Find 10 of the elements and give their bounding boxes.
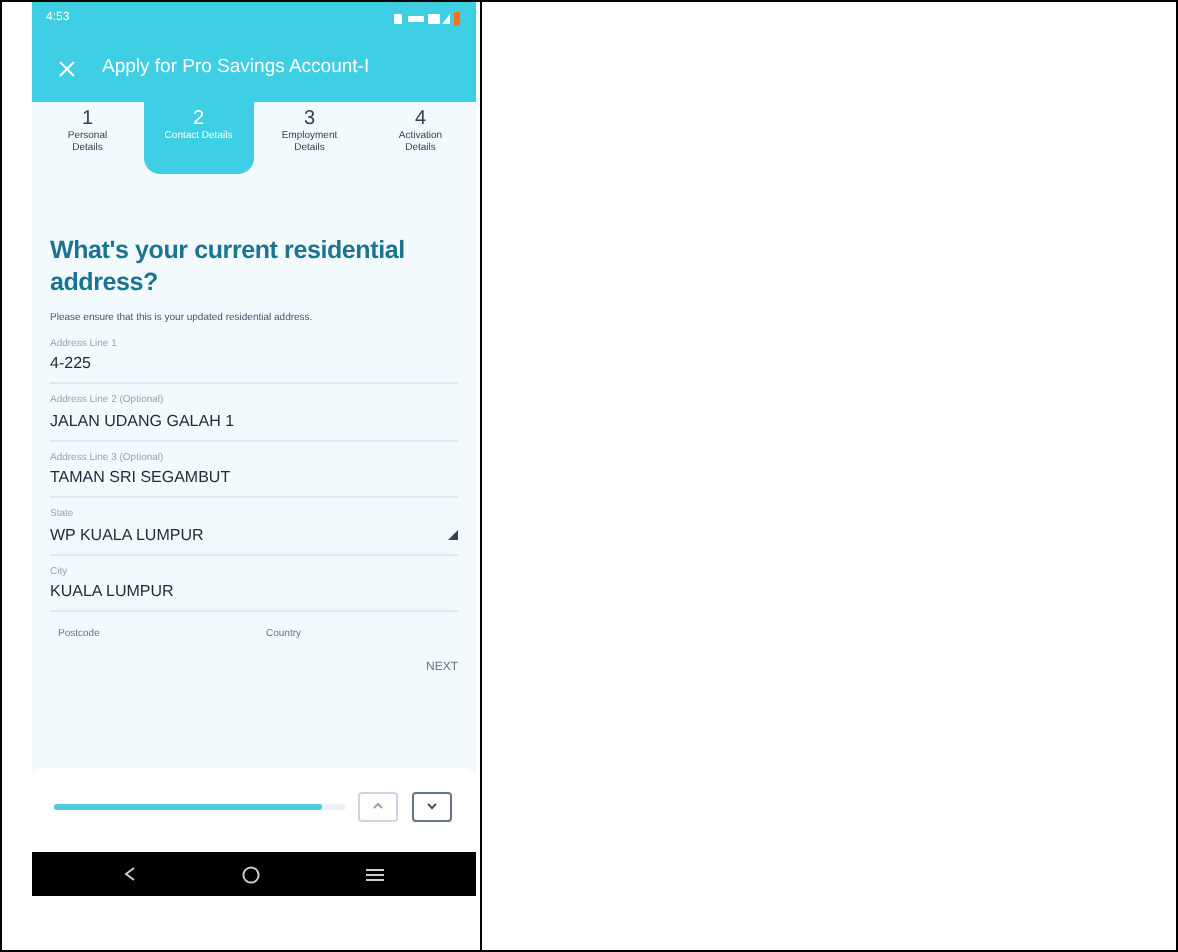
dropdown-icon [448,530,458,540]
header-title: Apply for Pro Savings Account-I [102,54,370,83]
menu-icon[interactable] [365,867,384,881]
chevron-up-icon [372,802,384,810]
scroll-down-button[interactable] [412,791,452,821]
back-icon[interactable] [124,866,137,882]
home-icon[interactable] [241,865,260,883]
status-icons [394,12,462,26]
chevron-down-icon [426,802,438,810]
page-heading: What's your current residential address? [50,234,407,298]
